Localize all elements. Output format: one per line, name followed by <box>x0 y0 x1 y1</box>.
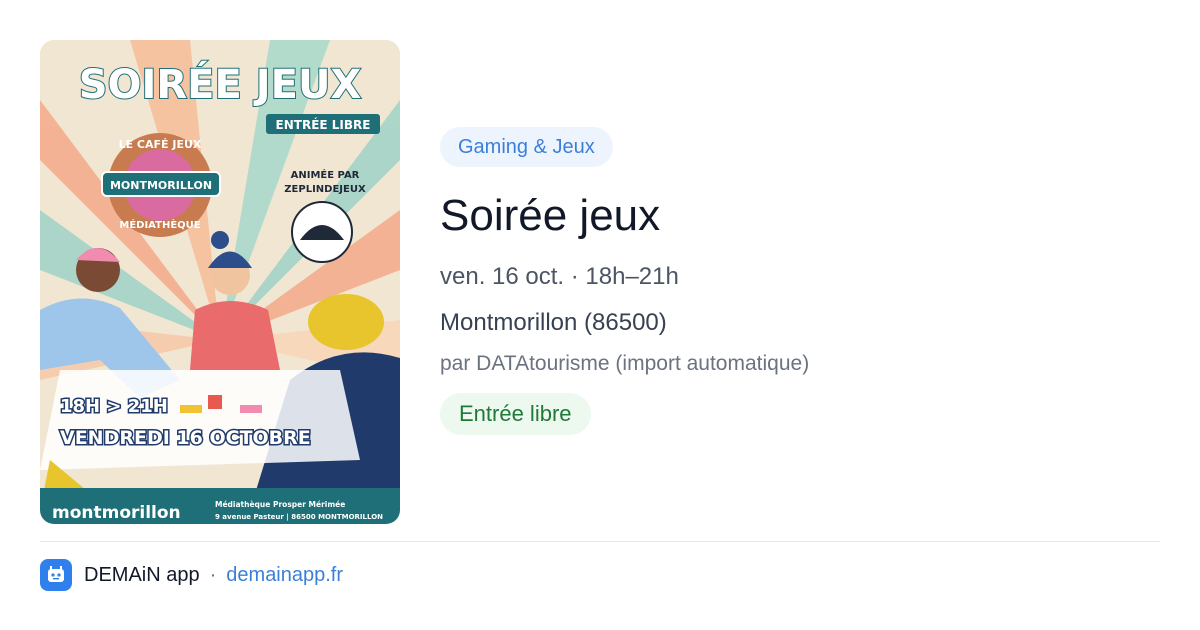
poster-hours: 18H > 21H <box>60 396 168 417</box>
event-title: Soirée jeux <box>440 191 661 240</box>
app-logo-icon <box>40 559 72 591</box>
event-location: Montmorillon (86500) <box>440 309 667 336</box>
event-organizer: par DATAtourisme (import automatique) <box>440 352 810 375</box>
poster-free-entry: ENTRÉE LIBRE <box>276 117 371 132</box>
event-info: Gaming & Jeux Soirée jeux ven. 16 oct. ·… <box>440 127 1140 435</box>
poster-animator: ZEPLINDEJEUX <box>284 184 366 195</box>
event-datetime: ven. 16 oct. · 18h–21h <box>440 263 679 290</box>
poster-venue-address: 9 avenue Pasteur | 86500 MONTMORILLON <box>215 513 383 522</box>
app-domain-link[interactable]: demainapp.fr <box>226 564 343 587</box>
footer-divider <box>40 541 1160 542</box>
poster-badge-middle: MONTMORILLON <box>110 179 212 192</box>
poster-venue-name: Médiathèque Prosper Mérimée <box>215 500 345 509</box>
poster-badge-top: LE CAFÉ JEUX <box>119 138 202 151</box>
event-poster-image[interactable]: SOIRÉE JEUX ENTRÉE LIBRE LE CAFÉ JEUX MO… <box>40 40 400 524</box>
footer-separator: · <box>209 563 217 586</box>
app-name: DEMAiN app <box>84 563 200 586</box>
poster-day: VENDREDI 16 OCTOBRE <box>60 427 311 449</box>
category-tag[interactable]: Gaming & Jeux <box>440 127 613 167</box>
poster-badge-bottom: MÉDIATHÈQUE <box>119 218 200 231</box>
price-badge: Entrée libre <box>440 393 591 435</box>
poster-animated-by: ANIMÉE PAR <box>291 168 360 181</box>
poster-heading: SOIRÉE JEUX <box>79 60 362 108</box>
poster-town-logo: montmorillon <box>52 503 181 523</box>
footer: DEMAiN app · demainapp.fr <box>40 558 343 592</box>
